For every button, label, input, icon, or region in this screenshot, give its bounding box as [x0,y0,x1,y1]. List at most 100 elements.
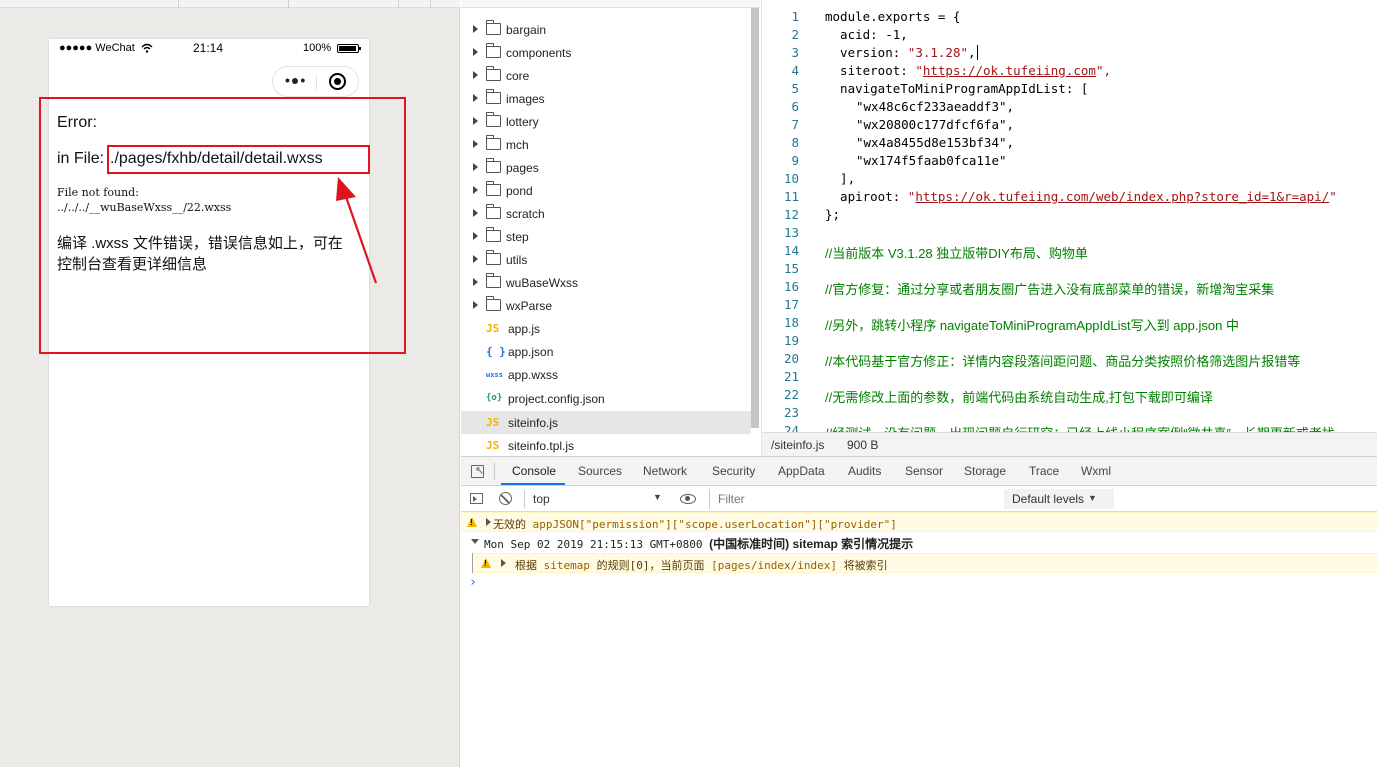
code-comment: //官方修复：通过分享或者朋友圈广告进入没有底部菜单的错误，新增淘宝采集 [825,282,1275,297]
line-number: 6 [791,99,799,114]
tab-security[interactable]: Security [712,464,755,478]
tab-sources[interactable]: Sources [578,464,622,478]
code-line: 24 //经测试，没有问题，出现问题自行研究；已经上线小程序案例“微井喜”，长期更… [762,423,1377,432]
console-filter-input[interactable] [709,489,1003,509]
folder-item[interactable]: mch [461,133,751,156]
code-url-link[interactable]: https://ok.tufeiing.com [923,63,1096,78]
file-item[interactable]: wxss app.wxss [461,363,751,386]
file-item[interactable]: JS siteinfo.tpl.js [461,434,751,457]
tab-appdata[interactable]: AppData [778,464,825,478]
expand-caret-icon[interactable] [473,301,478,309]
expand-caret-icon[interactable] [473,117,478,125]
expand-caret-icon[interactable] [473,140,478,148]
more-options-button[interactable]: •●• [285,72,306,88]
error-detail-line: ../../../__wuBaseWxss__/22.wxss [57,201,232,214]
toolbar-divider [178,0,179,8]
folder-item[interactable]: scratch [461,202,751,225]
record-icon[interactable] [329,73,346,90]
folder-item[interactable]: core [461,64,751,87]
console-prompt[interactable]: › [469,575,477,590]
code-string: ", [1095,63,1111,78]
folder-name: pond [506,184,533,198]
file-explorer: bargain components core images lottery m… [461,0,760,456]
context-select[interactable]: top ▼ [524,490,666,508]
tab-storage[interactable]: Storage [964,464,1006,478]
code-string: "3.1.28" [907,45,969,60]
clear-console-icon[interactable] [499,492,512,505]
file-name: project.config.json [508,392,605,406]
expand-caret-icon[interactable] [473,71,478,79]
log-levels-select[interactable]: Default levels ▼ [1004,489,1114,509]
tab-wxml[interactable]: Wxml [1081,464,1111,478]
expand-caret-icon[interactable] [486,518,491,526]
tab-audits[interactable]: Audits [848,464,881,478]
toolbar-divider [430,0,431,8]
folder-item[interactable]: images [461,87,751,110]
tab-sensor[interactable]: Sensor [905,464,943,478]
expand-caret-icon[interactable] [501,559,506,567]
file-item[interactable]: { } app.json [461,340,751,363]
console-warning-row[interactable]: 根据 sitemap 的规则[0]，当前页面 [pages/index/inde… [474,553,1377,573]
folder-item[interactable]: bargain [461,18,751,41]
console-group-row[interactable]: Mon Sep 02 2019 21:15:13 GMT+0800 (中国标准时… [461,532,1377,552]
code-editor[interactable]: 1 module.exports = { 2 acid: -1, 3 versio… [761,0,1377,432]
expand-caret-icon[interactable] [473,48,478,56]
file-name: app.wxss [508,368,559,382]
expand-caret-icon[interactable] [473,25,478,33]
folder-item[interactable]: wuBaseWxss [461,271,751,294]
line-number: 4 [791,63,799,78]
folder-icon [486,273,501,288]
folder-item[interactable]: wxParse [461,294,751,317]
folder-name: scratch [506,207,545,221]
folder-name: images [506,92,545,106]
inspect-element-icon[interactable] [471,464,484,478]
file-item[interactable]: JS app.js [461,317,751,340]
code-string: "wx4a8455d8e153bf34", [856,135,1015,150]
folder-item[interactable]: utils [461,248,751,271]
code-line: 20 //本代码基于官方修正：详情内容段落间距问题、商品分类按照价格筛选图片报错等 [762,351,1377,369]
explorer-header [461,0,760,8]
code-line: 14 //当前版本 V3.1.28 独立版带DIY布局、购物单 [762,243,1377,261]
tab-trace[interactable]: Trace [1029,464,1059,478]
file-item-selected[interactable]: JS siteinfo.js [461,411,751,434]
expand-caret-icon[interactable] [473,278,478,286]
message-text: 的规则[0]，当前页面 [589,559,712,572]
toolbar-divider [288,0,289,8]
tab-console[interactable]: Console [512,464,556,478]
code-line: 9 "wx174f5faab0fca11e" [762,153,1377,171]
code-line: 3 version: "3.1.28", [762,45,1377,63]
js-file-icon: JS [486,416,500,429]
console-warning-row[interactable]: 无效的 appJSON["permission"]["scope.userLoc… [461,512,1377,532]
expand-caret-icon[interactable] [473,94,478,102]
code-line: 15 [762,261,1377,279]
line-number: 11 [783,189,799,204]
code-text: acid: -1, [825,27,908,42]
battery-percent: 100% [303,42,332,54]
folder-item[interactable]: components [461,41,751,64]
collapse-caret-icon[interactable] [471,539,479,544]
expand-caret-icon[interactable] [473,232,478,240]
code-url-link[interactable]: https://ok.tufeiing.com/web/index.php?st… [915,189,1329,204]
file-item[interactable]: {o} project.config.json [461,387,751,410]
show-sidebar-icon[interactable] [470,493,483,504]
folder-item[interactable]: lottery [461,110,751,133]
folder-item[interactable]: pond [461,179,751,202]
folder-icon [486,296,501,311]
expand-caret-icon[interactable] [473,209,478,217]
console-toolbar: top ▼ Default levels ▼ [461,486,1377,512]
file-name: app.json [508,345,554,359]
live-expression-eye-icon[interactable] [680,494,696,504]
folder-item[interactable]: step [461,225,751,248]
code-string: "wx48c6cf233aeaddf3", [856,99,1015,114]
explorer-scrollbar[interactable] [751,8,759,428]
message-text: 根据 [515,559,544,572]
message-title: (中国标准时间) sitemap 索引情况提示 [709,537,914,551]
tab-network[interactable]: Network [643,464,687,478]
expand-caret-icon[interactable] [473,186,478,194]
expand-caret-icon[interactable] [473,163,478,171]
code-string: "wx20800c177dfcf6fa", [856,117,1015,132]
line-number: 3 [791,45,799,60]
expand-caret-icon[interactable] [473,255,478,263]
line-number: 8 [791,135,799,150]
folder-item[interactable]: pages [461,156,751,179]
